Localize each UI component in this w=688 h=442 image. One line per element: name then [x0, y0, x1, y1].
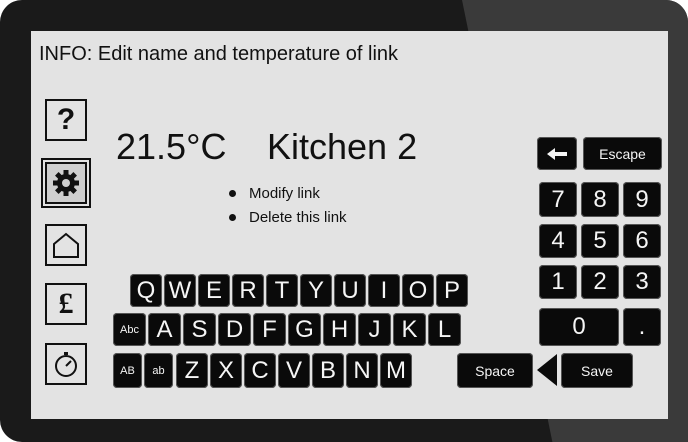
timer-button[interactable] [45, 343, 87, 385]
key-o[interactable]: O [402, 274, 434, 307]
link-name[interactable]: Kitchen 2 [267, 126, 417, 168]
key-f[interactable]: F [253, 313, 286, 346]
house-icon [53, 232, 79, 258]
key-r[interactable]: R [232, 274, 264, 307]
key-u[interactable]: U [334, 274, 366, 307]
stopwatch-icon [55, 352, 77, 377]
key-j[interactable]: J [358, 313, 391, 346]
help-button[interactable]: ? [45, 99, 87, 141]
bullet-icon [229, 189, 236, 197]
escape-button[interactable]: Escape [583, 137, 662, 170]
key-d[interactable]: D [218, 313, 251, 346]
key-c[interactable]: C [244, 353, 276, 388]
gear-icon [53, 170, 79, 196]
key-s[interactable]: S [183, 313, 216, 346]
bullet-icon [229, 213, 236, 221]
key-m[interactable]: M [380, 353, 412, 388]
key-y[interactable]: Y [300, 274, 332, 307]
cursor-left-icon[interactable] [537, 354, 557, 386]
key-1[interactable]: 1 [539, 265, 577, 299]
link-menu: Modify link Delete this link [229, 181, 347, 229]
key-dot[interactable]: . [623, 308, 661, 346]
key-7[interactable]: 7 [539, 182, 577, 217]
key-x[interactable]: X [210, 353, 242, 388]
lowercase-key[interactable]: ab [144, 353, 173, 388]
arrow-left-icon [547, 147, 567, 160]
key-3[interactable]: 3 [623, 265, 661, 299]
key-6[interactable]: 6 [623, 224, 661, 258]
info-banner: INFO: Edit name and temperature of link [39, 43, 399, 65]
screen: INFO: Edit name and temperature of link … [31, 31, 668, 419]
save-button[interactable]: Save [561, 353, 633, 388]
temperature-value[interactable]: 21.5°C [116, 126, 226, 168]
key-n[interactable]: N [346, 353, 378, 388]
cost-button[interactable]: £ [45, 283, 87, 325]
key-0[interactable]: 0 [539, 308, 619, 346]
key-e[interactable]: E [198, 274, 230, 307]
key-q[interactable]: Q [130, 274, 162, 307]
key-v[interactable]: V [278, 353, 310, 388]
pound-icon: £ [58, 287, 74, 320]
key-l[interactable]: L [428, 313, 461, 346]
key-h[interactable]: H [323, 313, 356, 346]
key-g[interactable]: G [288, 313, 321, 346]
key-b[interactable]: B [312, 353, 344, 388]
modify-link-label: Modify link [249, 184, 320, 202]
key-2[interactable]: 2 [581, 265, 619, 299]
key-4[interactable]: 4 [539, 224, 577, 258]
key-9[interactable]: 9 [623, 182, 661, 217]
backspace-key[interactable] [537, 137, 577, 170]
delete-link-item[interactable]: Delete this link [229, 205, 347, 229]
settings-button[interactable] [41, 158, 91, 208]
question-icon: ? [56, 103, 76, 136]
delete-link-label: Delete this link [249, 208, 347, 226]
key-a[interactable]: A [148, 313, 181, 346]
abc-key[interactable]: Abc [113, 313, 146, 346]
key-i[interactable]: I [368, 274, 400, 307]
key-p[interactable]: P [436, 274, 468, 307]
key-8[interactable]: 8 [581, 182, 619, 217]
modify-link-item[interactable]: Modify link [229, 181, 347, 205]
caps-key[interactable]: AB [113, 353, 142, 388]
key-z[interactable]: Z [176, 353, 208, 388]
space-key[interactable]: Space [457, 353, 533, 388]
key-5[interactable]: 5 [581, 224, 619, 258]
key-t[interactable]: T [266, 274, 298, 307]
key-k[interactable]: K [393, 313, 426, 346]
key-w[interactable]: W [164, 274, 196, 307]
home-button[interactable] [45, 224, 87, 266]
